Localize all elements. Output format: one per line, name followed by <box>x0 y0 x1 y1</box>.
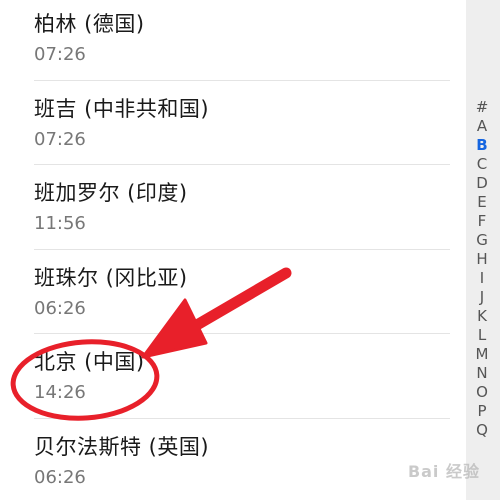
city-name: 柏林 (德国) <box>34 12 145 36</box>
city-name: 贝尔法斯特 (英国) <box>34 434 210 459</box>
city-time: 07:26 <box>34 44 86 65</box>
index-letter-d[interactable]: D <box>470 174 494 193</box>
city-list: 柏林 (德国) 07:26 班吉 (中非共和国) 07:26 班加罗尔 (印度)… <box>34 0 450 500</box>
city-time: 06:26 <box>34 297 86 319</box>
index-letter-g[interactable]: G <box>470 231 494 250</box>
index-letter-o[interactable]: O <box>470 383 494 402</box>
alphabet-index-bar[interactable]: # A B C D E F G H I J K L M N O P Q <box>470 98 494 440</box>
watermark: Bai 经验 <box>407 462 480 481</box>
index-letter-f[interactable]: F <box>470 212 494 231</box>
city-time: 07:26 <box>34 128 86 150</box>
index-letter-q[interactable]: Q <box>470 421 494 440</box>
city-item-bangalore[interactable]: 班加罗尔 (印度) 11:56 <box>34 165 450 250</box>
city-item-banjul[interactable]: 班珠尔 (冈比亚) 06:26 <box>34 250 450 334</box>
city-time: 06:26 <box>34 466 86 488</box>
index-letter-m[interactable]: M <box>470 345 494 364</box>
city-item-beijing[interactable]: 北京 (中国) 14:26 <box>34 334 450 419</box>
city-item-bangui[interactable]: 班吉 (中非共和国) 07:26 <box>34 81 450 165</box>
index-letter-a[interactable]: A <box>470 117 494 136</box>
index-letter-l[interactable]: L <box>470 326 494 345</box>
index-letter-j[interactable]: J <box>470 288 494 307</box>
city-list-panel: 柏林 (德国) 07:26 班吉 (中非共和国) 07:26 班加罗尔 (印度)… <box>0 0 466 500</box>
index-letter-n[interactable]: N <box>470 364 494 383</box>
index-letter-hash[interactable]: # <box>470 98 494 117</box>
index-letter-p[interactable]: P <box>470 402 494 421</box>
city-item-belfast[interactable]: 贝尔法斯特 (英国) 06:26 <box>34 419 450 500</box>
city-name: 北京 (中国) <box>34 350 145 374</box>
city-name: 班加罗尔 (印度) <box>34 181 188 205</box>
index-letter-e[interactable]: E <box>470 193 494 212</box>
index-letter-i[interactable]: I <box>470 269 494 288</box>
index-letter-c[interactable]: C <box>470 155 494 174</box>
world-clock-city-picker: 柏林 (德国) 07:26 班吉 (中非共和国) 07:26 班加罗尔 (印度)… <box>0 0 500 500</box>
index-letter-b[interactable]: B <box>470 136 494 155</box>
city-name: 班吉 (中非共和国) <box>34 96 210 121</box>
city-time: 11:56 <box>34 213 86 234</box>
index-letter-h[interactable]: H <box>470 250 494 269</box>
city-time: 14:26 <box>34 382 86 403</box>
index-letter-k[interactable]: K <box>470 307 494 326</box>
city-item-berlin[interactable]: 柏林 (德国) 07:26 <box>34 0 450 81</box>
city-name: 班珠尔 (冈比亚) <box>34 265 188 290</box>
